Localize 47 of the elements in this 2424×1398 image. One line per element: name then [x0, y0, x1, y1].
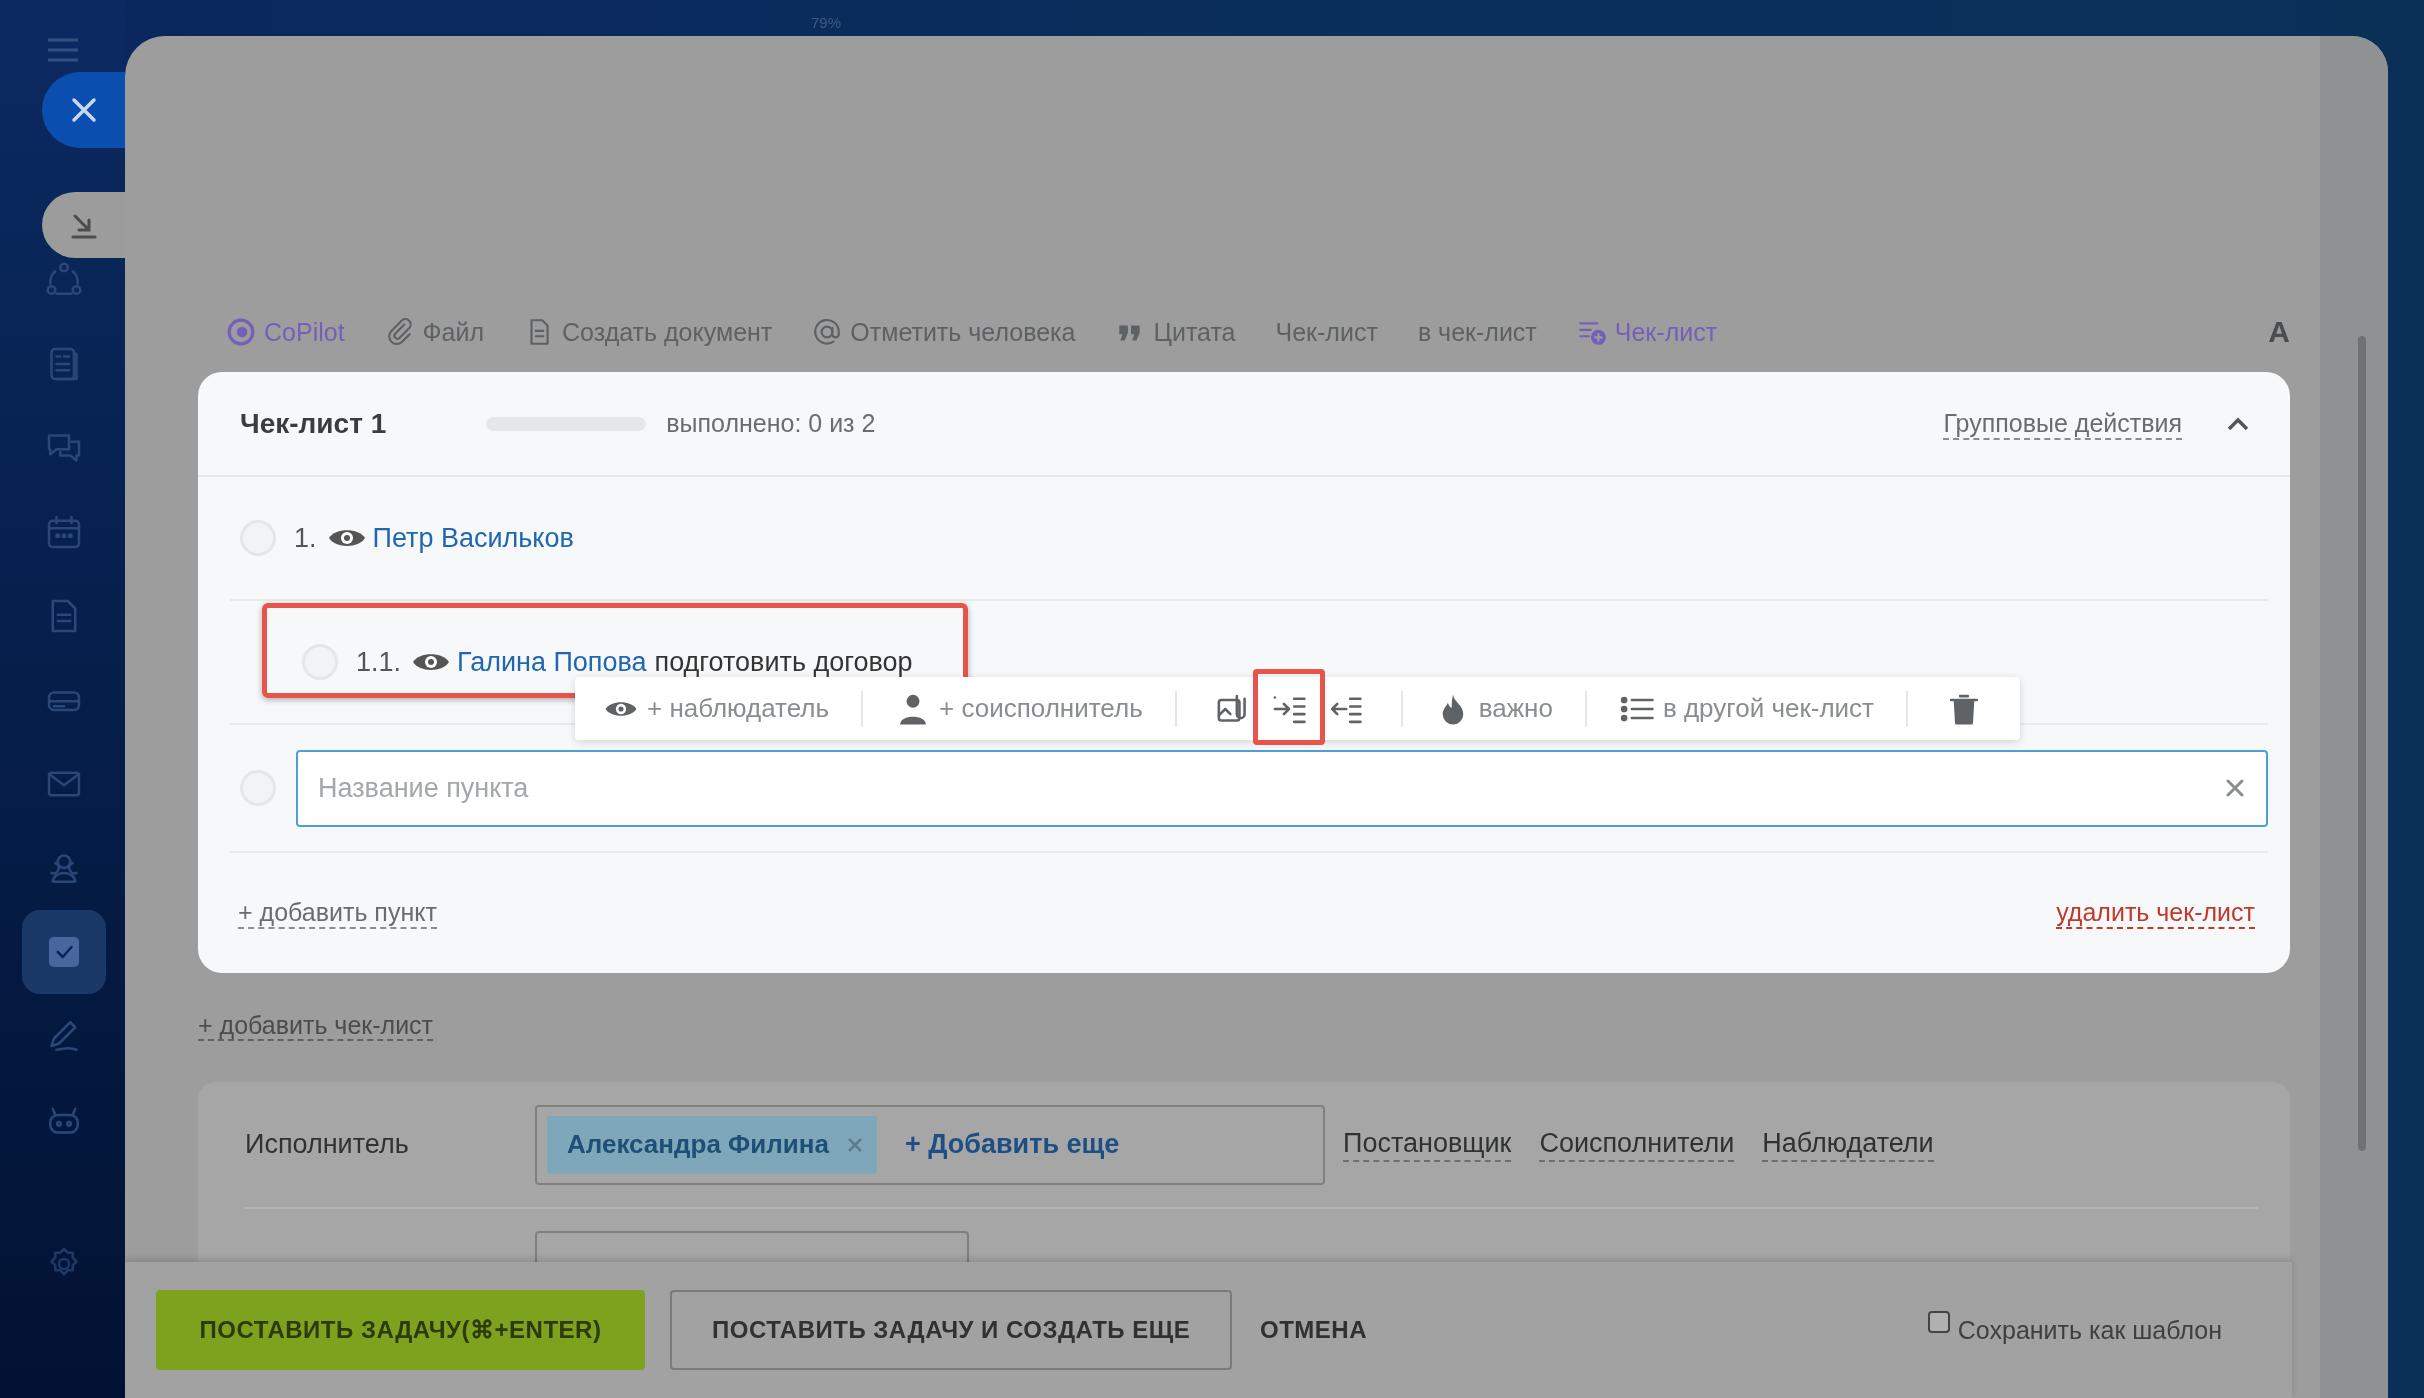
- action-button[interactable]: + соисполнитель: [891, 690, 1147, 727]
- sidebar-item[interactable]: [22, 910, 106, 994]
- toolbar-button[interactable]: Чек-лист: [1275, 317, 1378, 347]
- item-text: подготовить договор: [654, 646, 913, 678]
- chevron-up-icon[interactable]: [2226, 415, 2250, 432]
- remove-icon[interactable]: [846, 1136, 863, 1153]
- role-link[interactable]: Наблюдатели: [1762, 1127, 1934, 1162]
- group-actions-link[interactable]: Групповые действия: [1943, 407, 2182, 440]
- toolbar-button[interactable]: CoPilot: [226, 317, 345, 347]
- clear-icon[interactable]: [2226, 778, 2244, 797]
- item-number: 1.: [294, 522, 317, 554]
- action-button[interactable]: в другой чек-лист: [1614, 690, 1879, 727]
- checkbox-label: Сохранить как шаблон: [1957, 1315, 2222, 1345]
- add-checklist-link[interactable]: + добавить чек-лист: [198, 1011, 434, 1040]
- toolbar-button[interactable]: Файл: [384, 317, 485, 347]
- submit-and-create-button[interactable]: ПОСТАВИТЬ ЗАДАЧУ И СОЗДАТЬ ЕЩЕ: [670, 1290, 1232, 1370]
- delete-checklist-link[interactable]: удалить чек-лист: [2056, 897, 2255, 929]
- role-link[interactable]: Постановщик: [1343, 1127, 1512, 1162]
- assignee-field[interactable]: Александра Филина + Добавить еще: [535, 1104, 1325, 1185]
- scrollbar[interactable]: [2320, 36, 2388, 1398]
- submit-button[interactable]: ПОСТАВИТЬ ЗАДАЧУ(⌘+ENTER): [156, 1290, 645, 1370]
- toolbar-button[interactable]: Отметить человека: [812, 317, 1076, 347]
- progress-text: выполнено: 0 из 2: [666, 409, 876, 438]
- role-link[interactable]: Соисполнители: [1539, 1127, 1735, 1162]
- menu-icon[interactable]: [46, 36, 80, 64]
- field-label: Исполнитель: [245, 1129, 410, 1160]
- person-link[interactable]: Петр Васильков: [372, 522, 574, 554]
- checklist-title: Чек-лист 1: [240, 407, 387, 440]
- close-icon: [70, 97, 97, 123]
- add-more-link[interactable]: + Добавить еще: [904, 1129, 1120, 1160]
- item-number: 1.1.: [356, 646, 402, 678]
- close-button[interactable]: [42, 72, 125, 148]
- toolbar-button[interactable]: Цитата: [1115, 317, 1236, 347]
- action-button[interactable]: + наблюдатель: [599, 690, 834, 727]
- cancel-button[interactable]: ОТМЕНА: [1232, 1290, 1395, 1370]
- action-button[interactable]: важно: [1430, 690, 1557, 727]
- at-sign-icon: [812, 317, 843, 347]
- checkbox[interactable]: [1927, 1311, 1950, 1333]
- person-tag[interactable]: Александра Филина: [547, 1115, 877, 1174]
- copilot-icon: [226, 317, 256, 347]
- item-name-field[interactable]: Название пункта: [296, 749, 2268, 827]
- person-link[interactable]: Галина Попова: [457, 646, 647, 678]
- text-format-button[interactable]: A: [2268, 315, 2290, 349]
- toolbar-button[interactable]: Создать документ: [524, 317, 773, 347]
- toolbar-button[interactable]: Чек-лист: [1576, 317, 1718, 347]
- toolbar-button[interactable]: в чек-лист: [1417, 317, 1537, 347]
- add-item-link[interactable]: + добавить пункт: [238, 897, 437, 929]
